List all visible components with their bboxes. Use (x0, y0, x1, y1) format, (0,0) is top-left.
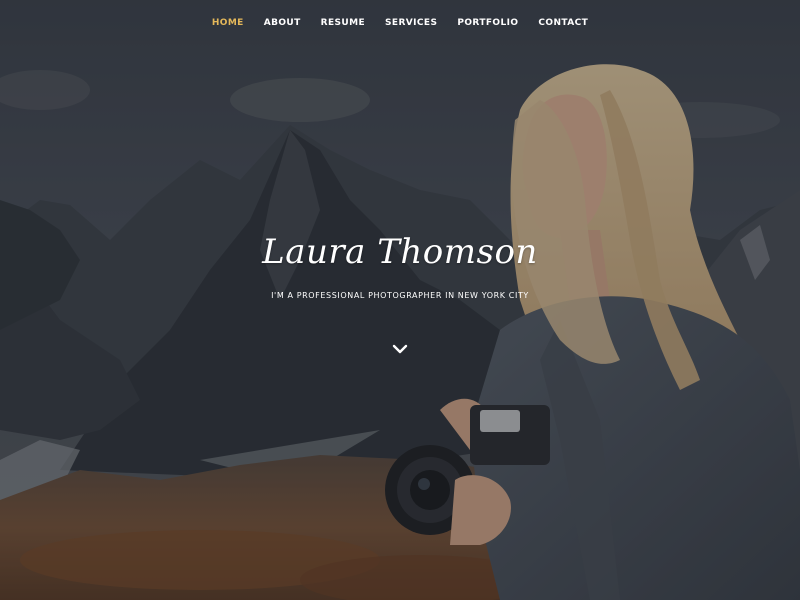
hero-title: Laura Thomson (262, 232, 538, 272)
chevron-down-icon[interactable] (392, 341, 408, 355)
nav-item-resume[interactable]: RESUME (311, 17, 375, 29)
hero-tagline: I'M A PROFESSIONAL PHOTOGRAPHER IN NEW Y… (271, 291, 529, 300)
dark-overlay (0, 0, 800, 600)
main-navigation: HOME ABOUT RESUME SERVICES PORTFOLIO CON… (0, 17, 800, 29)
nav-item-home[interactable]: HOME (202, 17, 254, 29)
nav-item-contact[interactable]: CONTACT (528, 17, 598, 29)
hero-section: HOME ABOUT RESUME SERVICES PORTFOLIO CON… (0, 0, 800, 600)
nav-item-portfolio[interactable]: PORTFOLIO (447, 17, 528, 29)
nav-item-services[interactable]: SERVICES (375, 17, 447, 29)
nav-item-about[interactable]: ABOUT (254, 17, 311, 29)
